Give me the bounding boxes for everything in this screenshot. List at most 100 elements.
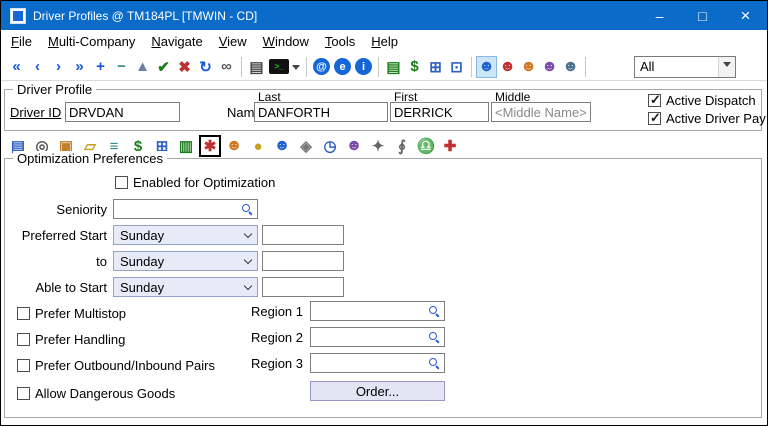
filter-value: All <box>635 59 718 74</box>
ledger-icon[interactable]: ▤ <box>383 56 404 78</box>
web-icon[interactable]: @ <box>313 58 330 75</box>
medical-tab-icon[interactable]: ✚ <box>439 135 461 157</box>
save-icon[interactable]: ✔ <box>153 56 174 78</box>
region-1-lookup-button[interactable] <box>425 303 443 319</box>
toolbar-separator <box>471 57 472 77</box>
person-tab-icon[interactable]: ☻ <box>271 135 293 157</box>
find-person-icon[interactable]: ☻ <box>560 56 581 78</box>
checkbox-box <box>17 307 30 320</box>
paperclip-tab-icon[interactable]: ∮ <box>391 135 413 157</box>
users-icon[interactable]: ☻ <box>539 56 560 78</box>
toolbar-separator <box>306 57 307 77</box>
globe-icon[interactable]: e <box>334 58 351 75</box>
region-3-lookup-button[interactable] <box>425 355 443 371</box>
chevron-down-icon <box>292 65 300 74</box>
refresh-icon[interactable]: ↻ <box>195 56 216 78</box>
checkbox-box <box>115 176 128 189</box>
cancel-icon[interactable]: ✖ <box>174 56 195 78</box>
magnifier-icon <box>429 306 440 317</box>
able-to-start-select[interactable]: Sunday <box>113 277 258 297</box>
preferred-start-select[interactable]: Sunday <box>113 225 258 245</box>
chevron-down-icon <box>244 281 252 289</box>
print-icon[interactable]: ▤ <box>246 56 267 78</box>
delete-record-icon[interactable]: − <box>111 56 132 78</box>
enabled-for-optimization-checkbox[interactable]: Enabled for Optimization <box>115 175 275 190</box>
filter-dropdown[interactable]: All <box>634 56 736 78</box>
info-icon[interactable]: i <box>355 58 372 75</box>
menu-window[interactable]: Window <box>255 31 317 52</box>
checkbox-label: Enabled for Optimization <box>133 175 275 190</box>
console-button[interactable]: >_ <box>269 59 300 74</box>
magnifier-icon <box>242 204 253 215</box>
magnifier-icon <box>429 332 440 343</box>
menu-multi-company[interactable]: Multi-Company <box>40 31 143 52</box>
content-area: Driver Profile Driver ID Name Last First… <box>1 81 767 425</box>
last-record-icon[interactable]: » <box>69 56 90 78</box>
allow-dangerous-goods-checkbox[interactable]: Allow Dangerous Goods <box>17 386 175 401</box>
book-tab-icon[interactable]: ▥ <box>175 135 197 157</box>
middle-name-field[interactable] <box>491 102 591 122</box>
seniority-lookup-button[interactable] <box>238 201 256 217</box>
preferred-end-select[interactable]: Sunday <box>113 251 258 271</box>
prefer-multistop-checkbox[interactable]: Prefer Multistop <box>17 306 126 321</box>
preferred-start-to-label: to <box>5 254 107 269</box>
preferred-end-time-field[interactable] <box>262 251 344 271</box>
clock-tab-icon[interactable]: ◷ <box>319 135 341 157</box>
driver-icon[interactable]: ☻ <box>476 56 497 78</box>
preferred-end-value: Sunday <box>120 254 164 269</box>
window-form-icon[interactable]: ⊡ <box>446 56 467 78</box>
close-button[interactable]: × <box>724 1 767 30</box>
region-1-field[interactable] <box>310 301 445 321</box>
region-2-lookup-button[interactable] <box>425 329 443 345</box>
tools-tab-icon[interactable]: ✦ <box>367 135 389 157</box>
maximize-button[interactable]: □ <box>681 1 724 30</box>
first-record-icon[interactable]: « <box>6 56 27 78</box>
scale-tab-icon[interactable]: ♎ <box>415 135 437 157</box>
app-icon <box>10 8 26 24</box>
contact-icon[interactable]: ☻ <box>518 56 539 78</box>
checkbox-label: Prefer Outbound/Inbound Pairs <box>35 358 215 373</box>
people-tab-icon[interactable]: ☻ <box>343 135 365 157</box>
checkbox-label: Active Dispatch <box>666 93 756 108</box>
title-bar[interactable]: Driver Profiles @ TM184PL [TMWIN - CD] –… <box>1 1 767 30</box>
collapse-icon[interactable]: ▲ <box>132 56 153 78</box>
optimization-preferences-group: Optimization Preferences Enabled for Opt… <box>4 158 762 418</box>
menu-help[interactable]: Help <box>363 31 406 52</box>
optimization-tab-icon[interactable]: ✱ <box>199 135 221 157</box>
coins-tab-icon[interactable]: ● <box>247 135 269 157</box>
contact-tab-icon[interactable]: ☻ <box>223 135 245 157</box>
order-button[interactable]: Order... <box>310 381 445 401</box>
region-2-field[interactable] <box>310 327 445 347</box>
last-name-field[interactable] <box>254 102 388 122</box>
next-record-icon[interactable]: › <box>48 56 69 78</box>
driver-id-field[interactable] <box>65 102 180 122</box>
active-driver-pay-checkbox[interactable]: Active Driver Pay <box>648 111 766 126</box>
first-name-field[interactable] <box>390 102 489 122</box>
toolbar-separator <box>585 57 586 77</box>
driver-id-label[interactable]: Driver ID <box>10 105 61 120</box>
region-3-field[interactable] <box>310 353 445 373</box>
prefer-outbound-inbound-checkbox[interactable]: Prefer Outbound/Inbound Pairs <box>17 358 215 373</box>
chevron-down-icon <box>244 229 252 237</box>
previous-record-icon[interactable]: ‹ <box>27 56 48 78</box>
preferred-start-time-field[interactable] <box>262 225 344 245</box>
cash-icon[interactable]: $ <box>404 56 425 78</box>
window-controls: – □ × <box>638 1 767 30</box>
region-2-label: Region 2 <box>233 330 303 345</box>
add-record-icon[interactable]: + <box>90 56 111 78</box>
menu-tools[interactable]: Tools <box>317 31 363 52</box>
dropdown-arrow-button[interactable] <box>718 57 735 77</box>
seniority-field[interactable] <box>113 199 258 219</box>
active-dispatch-checkbox[interactable]: Active Dispatch <box>648 93 756 108</box>
menu-navigate[interactable]: Navigate <box>143 31 210 52</box>
minimize-button[interactable]: – <box>638 1 681 30</box>
grid-icon[interactable]: ⊞ <box>425 56 446 78</box>
able-to-start-time-field[interactable] <box>262 277 344 297</box>
lock-tab-icon[interactable]: ◈ <box>295 135 317 157</box>
preview-icon[interactable]: ∞ <box>216 56 237 78</box>
menu-file[interactable]: File <box>3 31 40 52</box>
carrier-icon[interactable]: ☻ <box>497 56 518 78</box>
menu-view[interactable]: View <box>211 31 255 52</box>
prefer-handling-checkbox[interactable]: Prefer Handling <box>17 332 125 347</box>
able-to-start-value: Sunday <box>120 280 164 295</box>
